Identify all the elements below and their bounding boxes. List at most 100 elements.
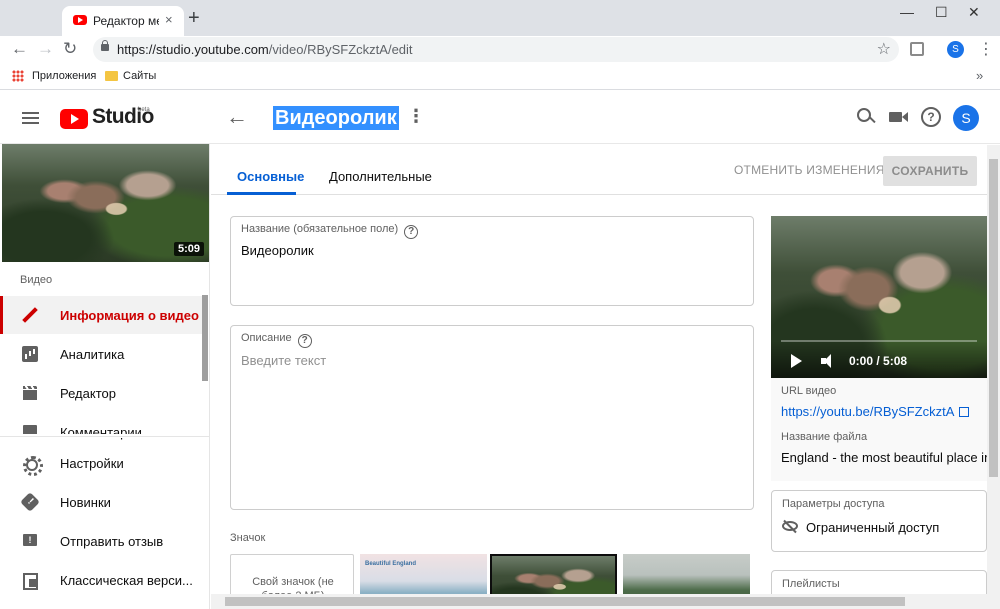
forward-icon[interactable]: → — [37, 39, 54, 59]
more-options-icon[interactable]: ⋮ — [407, 106, 425, 127]
description-field[interactable]: Описание? Введите текст — [230, 325, 754, 510]
video-url-label: URL видео — [781, 385, 837, 397]
video-url-link[interactable]: https://youtu.be/RBySFZckztA — [781, 404, 970, 419]
sidebar-item-label: Информация о видео — [60, 308, 199, 323]
sidebar-scrollbar[interactable] — [202, 295, 208, 381]
analytics-icon — [22, 346, 38, 362]
bookmark-star-icon[interactable]: ☆ — [877, 39, 891, 59]
maximize-icon[interactable]: ☐ — [935, 4, 948, 21]
progress-bar[interactable] — [781, 340, 977, 342]
video-thumbnail[interactable]: 5:09 — [2, 144, 209, 262]
sidebar-item-whats-new[interactable]: Новинки — [0, 483, 208, 521]
classic-studio-icon — [22, 572, 38, 590]
vertical-scrollbar-thumb[interactable] — [989, 159, 998, 477]
save-button[interactable]: СОХРАНИТЬ — [883, 156, 977, 186]
main-content: Основные Дополнительные ОТМЕНИТЬ ИЗМЕНЕН… — [211, 145, 987, 609]
sidebar-item-send-feedback[interactable]: Отправить отзыв — [0, 522, 208, 560]
browser-tab[interactable]: Редактор мет × — [62, 6, 184, 36]
beta-label: beta — [138, 107, 150, 113]
title-label-text: Название (обязательное поле) — [241, 223, 399, 235]
title-input[interactable]: Видеоролик — [241, 243, 314, 258]
help-icon[interactable] — [919, 105, 943, 129]
horizontal-scrollbar[interactable] — [211, 594, 987, 609]
sidebar-item-analytics[interactable]: Аналитика — [0, 335, 208, 373]
menu-icon[interactable] — [22, 112, 39, 114]
sidebar-item-label: Аналитика — [60, 347, 125, 362]
sidebar: 5:09 Видео Информация о видео Аналитика … — [0, 144, 210, 609]
youtube-favicon-icon — [73, 15, 87, 25]
clapperboard-icon — [22, 385, 38, 401]
horizontal-scrollbar-thumb[interactable] — [225, 597, 905, 606]
player-time: 0:00 / 5:08 — [849, 354, 908, 368]
help-circle-icon[interactable]: ? — [297, 334, 312, 348]
sidebar-item-label: Новинки — [60, 495, 111, 510]
browser-tab-strip: Редактор мет × + — ☐ ✕ — [0, 0, 1000, 36]
sidebar-section-label: Видео — [20, 274, 53, 286]
visibility-dropdown[interactable]: Параметры доступа Ограниченный доступ — [771, 490, 987, 552]
reload-icon[interactable]: ↻ — [63, 39, 77, 59]
title-field[interactable]: Название (обязательное поле)? Видеоролик — [230, 216, 754, 306]
discard-changes-button[interactable]: ОТМЕНИТЬ ИЗМЕНЕНИЯ — [734, 163, 885, 177]
open-external-icon[interactable] — [959, 407, 970, 417]
search-icon[interactable] — [854, 105, 878, 129]
eye-off-icon — [782, 521, 798, 531]
create-video-icon[interactable] — [887, 105, 911, 129]
new-tab-button[interactable]: + — [188, 8, 200, 28]
file-name-value: England - the most beautiful place in th… — [781, 450, 987, 465]
video-duration: 5:09 — [173, 242, 204, 256]
tab-basic[interactable]: Основные — [237, 169, 304, 184]
url-text: https://studio.youtube.com/video/RBySFZc… — [117, 42, 413, 57]
bookmark-sites[interactable]: Сайты — [123, 70, 156, 82]
vertical-scrollbar[interactable] — [987, 145, 1000, 609]
playlists-label: Плейлисты — [782, 578, 840, 590]
tab-advanced[interactable]: Дополнительные — [329, 169, 432, 184]
minimize-icon[interactable]: — — [900, 4, 914, 20]
volume-icon[interactable] — [821, 354, 831, 368]
sidebar-item-settings[interactable]: Настройки — [0, 444, 208, 482]
description-field-label: Описание? — [241, 332, 312, 348]
browser-profile-avatar[interactable]: S — [947, 41, 964, 58]
thumbnail-caption: Beautiful England — [365, 561, 416, 567]
sidebar-item-label: Классическая верси... — [60, 573, 193, 588]
bookmark-apps[interactable]: Приложения — [32, 70, 96, 82]
sidebar-item-editor[interactable]: Редактор — [0, 374, 208, 412]
apps-grid-icon[interactable] — [12, 70, 24, 82]
sidebar-item-label: Настройки — [60, 456, 124, 471]
sidebar-item-classic-studio[interactable]: Классическая верси... — [0, 561, 208, 599]
youtube-logo-icon[interactable] — [60, 109, 88, 129]
studio-header: Studio beta ← Видеоролик ⋮ — [0, 91, 1000, 144]
help-circle-icon[interactable]: ? — [404, 225, 419, 239]
video-player[interactable]: 0:00 / 5:08 — [771, 216, 987, 378]
feedback-icon — [22, 533, 38, 549]
back-arrow-icon[interactable]: ← — [226, 104, 248, 130]
extension-icon[interactable] — [910, 42, 924, 56]
close-window-icon[interactable]: ✕ — [968, 4, 980, 21]
pencil-icon — [22, 307, 38, 323]
sidebar-item-label: Отправить отзыв — [60, 534, 164, 549]
active-tab-indicator — [227, 192, 296, 195]
sidebar-divider-line — [0, 436, 209, 437]
tab-close-icon[interactable]: × — [165, 12, 173, 27]
bookmarks-overflow-icon[interactable]: » — [976, 68, 983, 83]
browser-menu-icon[interactable]: ⋮ — [978, 39, 994, 59]
address-bar[interactable]: https://studio.youtube.com/video/RBySFZc… — [93, 37, 899, 62]
back-icon[interactable]: ← — [11, 39, 28, 59]
url-path: /video/RBySFZckztA/edit — [268, 42, 413, 57]
sidebar-item-video-details[interactable]: Информация о видео — [0, 296, 208, 334]
visibility-value: Ограниченный доступ — [806, 520, 940, 535]
sidebar-item-label: Редактор — [60, 386, 116, 401]
account-avatar[interactable]: S — [953, 105, 979, 131]
url-host: https://studio.youtube.com — [117, 42, 269, 57]
gear-icon — [22, 455, 43, 476]
video-url-text[interactable]: https://youtu.be/RBySFZckztA — [781, 404, 954, 419]
file-name-label: Название файла — [781, 431, 868, 443]
page-title: Видеоролик — [273, 106, 399, 130]
video-details-panel: URL видео https://youtu.be/RBySFZckztA Н… — [771, 378, 987, 481]
tabs-bar: Основные Дополнительные ОТМЕНИТЬ ИЗМЕНЕН… — [211, 145, 987, 195]
bookmarks-bar: Приложения Сайты » — [0, 64, 1000, 90]
lock-icon — [101, 40, 109, 51]
browser-toolbar: ← → ↻ https://studio.youtube.com/video/R… — [0, 36, 1000, 64]
folder-icon — [105, 71, 118, 81]
visibility-label: Параметры доступа — [782, 498, 885, 510]
description-input[interactable]: Введите текст — [241, 353, 326, 368]
